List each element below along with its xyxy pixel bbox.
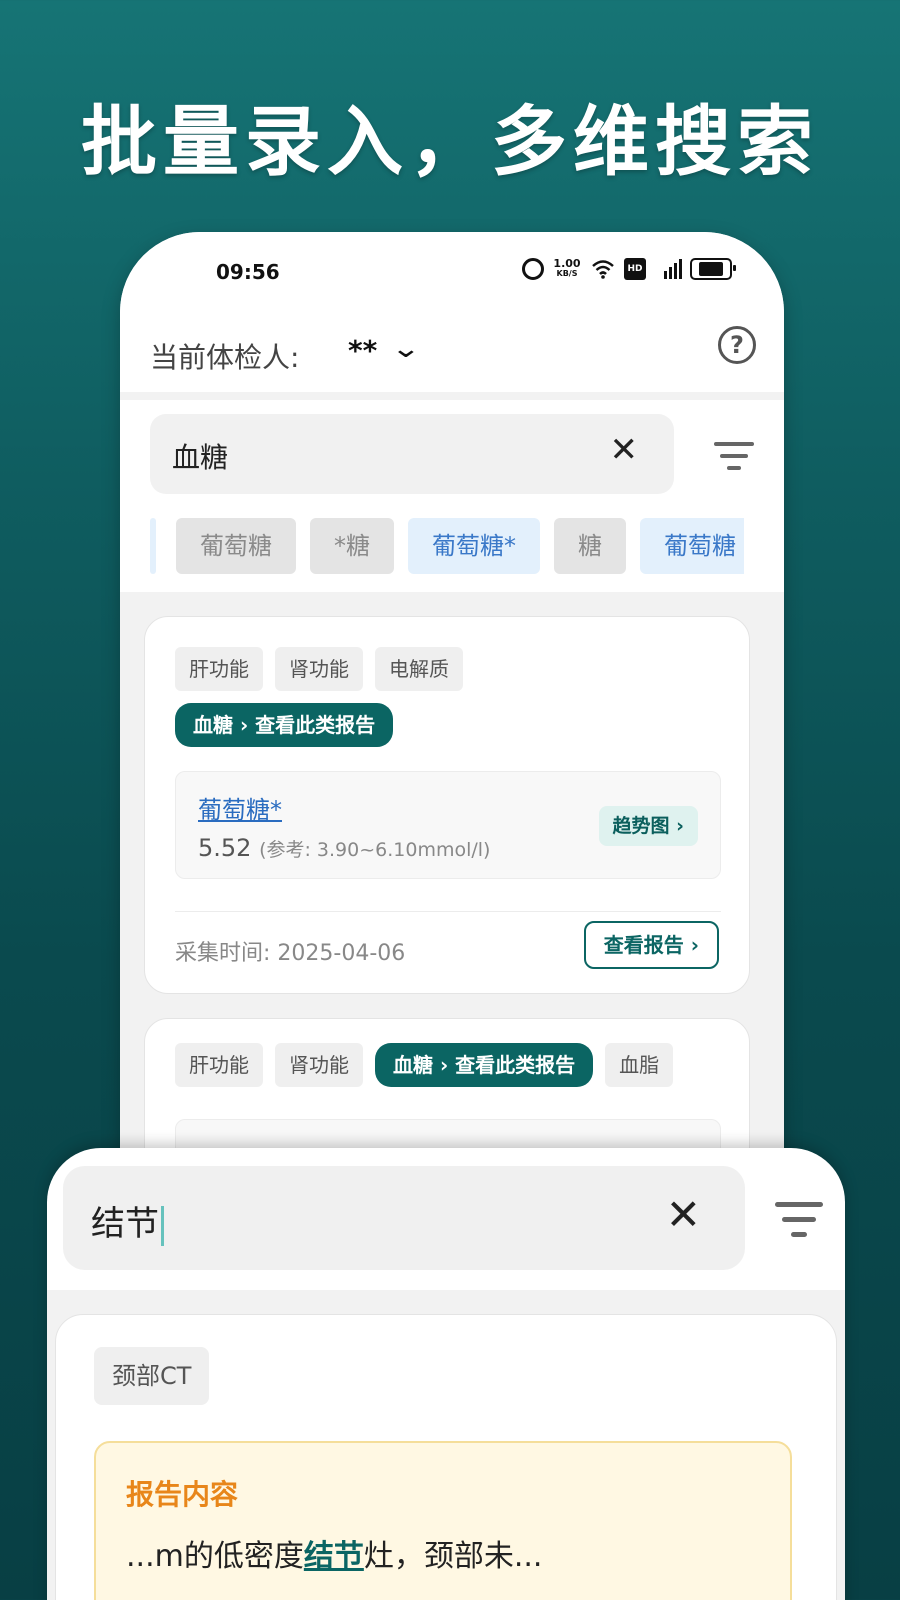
search-area: 血糖 ✕ 葡萄糖 *糖 葡萄糖* 糖 葡萄糖	[120, 400, 784, 592]
result-item: 葡萄糖* 5.52 (参考: 3.90~6.10mmol/l) 趋势图 ›	[175, 771, 721, 879]
current-person-bar: 当前体检人: ** ⌄ ?	[120, 312, 784, 392]
snippet-highlight: 结节	[303, 1539, 364, 1574]
item-reference: (参考: 3.90~6.10mmol/l)	[259, 839, 491, 861]
help-icon[interactable]: ?	[718, 326, 756, 364]
collect-time: 采集时间: 2025-04-06	[175, 941, 406, 966]
suggestion-chip[interactable]: 葡萄糖	[640, 518, 744, 574]
result-card: 颈部CT 报告内容 ...m的低密度结节灶，颈部未...	[55, 1314, 837, 1600]
category-tag[interactable]: 颈部CT	[94, 1347, 210, 1405]
suggestion-chip[interactable]: 糖	[554, 518, 626, 574]
filter-icon[interactable]	[775, 1202, 823, 1247]
network-speed-indicator: 1.00 KB/S	[552, 258, 582, 280]
category-tag[interactable]: 肝功能	[175, 1043, 263, 1087]
signal-icon	[654, 258, 682, 280]
result-card: 肝功能 肾功能 电解质 血糖 › 查看此类报告 葡萄糖* 5.52 (参考: 3…	[144, 616, 750, 994]
filter-icon[interactable]	[714, 442, 754, 478]
item-value-line: 5.52 (参考: 3.90~6.10mmol/l)	[198, 834, 490, 862]
battery-icon	[690, 258, 736, 280]
network-speed-unit: KB/S	[556, 269, 578, 278]
suggestion-chip-partial[interactable]	[150, 518, 156, 574]
suggestion-chips: 葡萄糖 *糖 葡萄糖* 糖 葡萄糖	[150, 516, 744, 576]
category-tag[interactable]: 肾功能	[275, 1043, 363, 1087]
report-content-snippet: ...m的低密度结节灶，颈部未...	[126, 1531, 542, 1575]
suggestion-chip[interactable]: 葡萄糖*	[408, 518, 540, 574]
alarm-icon	[522, 258, 544, 280]
search-input-value: 血糖	[172, 441, 229, 474]
clear-icon[interactable]: ✕	[666, 1190, 701, 1239]
active-category-tag[interactable]: 血糖 › 查看此类报告	[175, 703, 394, 747]
page-headline: 批量录入，多维搜索	[81, 97, 819, 186]
snippet-prefix: ...m的低密度	[126, 1539, 304, 1574]
category-tag[interactable]: 肝功能	[175, 647, 263, 691]
suggestion-chip[interactable]: *糖	[310, 518, 394, 574]
report-content-title: 报告内容	[126, 1478, 239, 1511]
network-speed-value: 1.00	[553, 257, 581, 270]
view-report-button[interactable]: 查看报告 ›	[583, 921, 719, 969]
trend-chart-button[interactable]: 趋势图 ›	[598, 806, 698, 846]
active-category-row: 血糖 › 查看此类报告	[175, 703, 394, 747]
search-input-text: 结节	[91, 1204, 159, 1244]
wifi-icon	[590, 258, 616, 280]
report-content-box[interactable]: 报告内容 ...m的低密度结节灶，颈部未...	[94, 1441, 792, 1600]
clear-icon[interactable]: ✕	[610, 430, 639, 470]
status-bar: 09:56 1.00 KB/S HD	[120, 232, 784, 312]
search-input[interactable]: 结节 ✕	[63, 1166, 745, 1270]
category-tags: 肝功能 肾功能 血糖 › 查看此类报告 血脂	[175, 1043, 674, 1087]
category-tags: 肝功能 肾功能 电解质	[175, 647, 721, 691]
chevron-down-icon[interactable]: ⌄	[391, 334, 422, 364]
active-category-tag[interactable]: 血糖 › 查看此类报告	[375, 1043, 594, 1087]
category-tag[interactable]: 电解质	[375, 647, 463, 691]
results-area: 颈部CT 报告内容 ...m的低密度结节灶，颈部未...	[47, 1290, 845, 1600]
item-name-link[interactable]: 葡萄糖*	[198, 790, 282, 825]
category-tag[interactable]: 血脂	[605, 1043, 674, 1087]
current-person-label: 当前体检人:	[150, 341, 300, 374]
item-value: 5.52	[198, 834, 252, 862]
text-cursor	[161, 1205, 164, 1246]
hd-icon: HD	[624, 258, 646, 280]
phone-screen-main: 09:56 1.00 KB/S HD 当前体检人: ** ⌄ ? 血糖 ✕ 葡萄…	[120, 232, 784, 1232]
status-time: 09:56	[216, 260, 280, 284]
snippet-suffix: 灶，颈部未...	[363, 1539, 543, 1574]
category-tag[interactable]: 肾功能	[275, 647, 363, 691]
status-icons: 1.00 KB/S HD	[522, 258, 736, 280]
card-divider	[175, 911, 721, 912]
phone-screen-overlay: 结节 ✕ 颈部CT 报告内容 ...m的低密度结节灶，颈部未...	[47, 1148, 845, 1600]
search-input[interactable]: 血糖 ✕	[150, 414, 674, 494]
search-input-value: 结节	[91, 1196, 164, 1246]
suggestion-chip[interactable]: 葡萄糖	[176, 518, 296, 574]
current-person-selector[interactable]: **	[348, 334, 377, 367]
